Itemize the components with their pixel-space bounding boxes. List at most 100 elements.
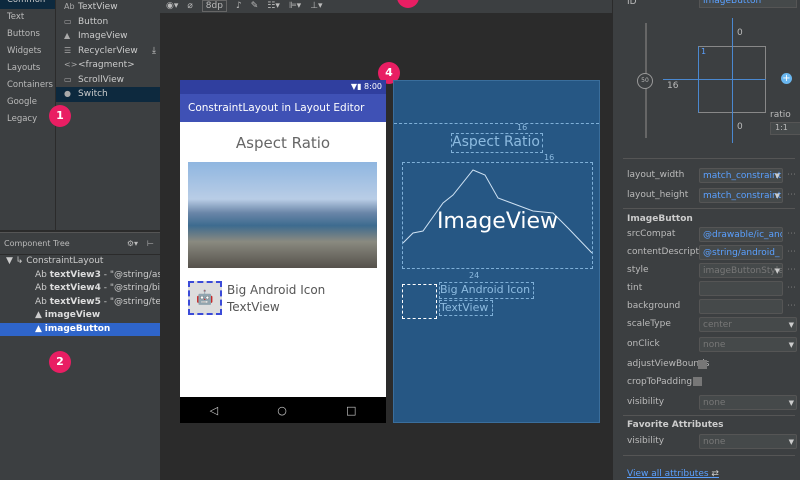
adjust-view-bounds-checkbox[interactable] [698,360,707,369]
attr-value: imageButtonStyle [703,266,783,276]
palette-item-label: RecyclerView [78,45,138,56]
category-buttons[interactable]: Buttons [0,26,55,43]
component-tree: Component Tree ⚙▾ ⊢ ▼ ↳ ConstraintLayout A… [0,232,160,480]
attr-value: match_constraint [703,171,782,181]
wifi-battery-icon: ▼▮ [350,82,365,91]
blueprint-view[interactable]: Aspect Ratio 16 16 ImageView 24 Big Andr… [393,80,600,423]
gear-icon[interactable]: ⚙▾ [127,233,138,255]
palette-item[interactable]: ▭ ScrollView [56,73,160,88]
palette-item[interactable]: <><fragment> [56,58,160,73]
more-icon[interactable]: ⋯ [787,168,796,183]
more-icon[interactable]: ⋯ [787,299,796,314]
pack-icon[interactable]: ☷▾ [267,1,280,11]
more-icon[interactable]: ⋯ [787,188,796,203]
category-legacy[interactable]: Legacy [0,111,55,128]
bp-imageview-label: ImageView [436,209,559,234]
attr-value: center [703,320,732,330]
category-google[interactable]: Google [0,94,55,111]
add-constraint-icon[interactable]: + [781,73,792,84]
layout-width-dropdown[interactable]: match_constraint ▼ [699,168,783,183]
eye-icon[interactable]: ◉▾ [166,1,178,11]
tree-row-selected[interactable]: ▲ imageButton [0,322,160,336]
home-icon: ○ [277,403,287,417]
left-margin[interactable]: 16 [667,81,678,91]
tree-row[interactable]: ▲ imageView [0,309,160,323]
category-common[interactable]: Common [0,0,55,9]
palette-item[interactable]: ● Switch [56,87,160,102]
category-widgets[interactable]: Widgets [0,43,55,60]
tree-row[interactable]: ▼ ↳ ConstraintLayout [0,255,160,269]
image-icon: ▲ [64,31,71,40]
crop-to-padding-checkbox[interactable] [693,377,703,386]
android-icon-button[interactable]: 🤖 [188,281,222,315]
top-margin[interactable]: 0 [737,28,743,38]
palette-item-label: Button [78,16,109,27]
content-description-field[interactable]: @string/android_ [699,245,783,260]
divider [623,455,795,456]
more-icon[interactable]: ⋯ [787,281,796,296]
expand-arrow-icon[interactable]: ▼ [6,256,16,266]
aspect-ratio-text[interactable]: Aspect Ratio [180,134,386,152]
scaletype-dropdown[interactable]: center ▼ [699,317,797,332]
constraint-line [732,18,733,143]
tree-row[interactable]: Ab textView5 - "@string/textview [0,296,160,310]
view-all-attributes-link[interactable]: View all attributes ⇄ [627,469,719,479]
bp-imagebutton-selected[interactable] [402,284,437,319]
category-layouts[interactable]: Layouts [0,60,55,77]
margin-label: 24 [469,271,480,280]
ratio-label: ratio [770,110,791,120]
textview-text[interactable]: TextView [227,300,280,314]
palette-item[interactable]: ▲ ImageView [56,29,160,44]
ratio-corner[interactable]: 1 [701,47,706,56]
attributes-panel: ID imageButton 50 0 0 16 1 + ratio 1:1 l… [612,0,800,480]
bottom-margin[interactable]: 0 [737,122,743,132]
attr-label: scaleType [627,319,671,329]
background-field[interactable] [699,299,783,314]
infer-constraints-icon[interactable]: ✎ [251,1,259,11]
magnet-icon[interactable]: ⌀ [187,1,192,11]
more-icon[interactable]: ⋯ [787,227,796,242]
bp-textview[interactable]: TextView [439,300,493,316]
bias-value[interactable]: 50 [637,73,653,89]
tree-row-name: textView3 [49,269,101,280]
more-icon[interactable]: ⋯ [787,263,796,278]
palette-item-label: Switch [78,89,108,99]
bp-aspect-ratio[interactable]: Aspect Ratio [451,133,543,153]
collapse-icon[interactable]: ⊢ [147,233,154,255]
tint-field[interactable] [699,281,783,296]
srccompat-field[interactable]: @drawable/ic_android [699,227,783,242]
landscape-image[interactable] [188,162,377,268]
attr-value: match_constraint [703,191,782,201]
tree-row[interactable]: Ab textView4 - "@string/big_android [0,282,160,296]
more-icon[interactable]: ⋯ [787,245,796,260]
tree-row-name: ConstraintLayout [26,256,104,266]
toolbar: ◉▾ ⌀ 8dp ♪ ✎ ☷▾ ⊫▾ ⊥▾ [160,0,612,14]
guidelines-icon[interactable]: ⊥▾ [310,1,322,11]
category-containers[interactable]: Containers [0,77,55,94]
ratio-field[interactable]: 1:1 [770,122,800,135]
palette-item[interactable]: ▭ Button [56,15,160,30]
visibility-dropdown[interactable]: none ▼ [699,395,797,410]
id-label: ID [627,0,637,7]
section-title: Favorite Attributes [627,420,724,430]
layout-height-dropdown[interactable]: match_constraint ▼ [699,188,783,203]
id-field[interactable]: imageButton [699,0,797,8]
design-preview[interactable]: ▼▮ 8:00 ConstraintLayout in Layout Edito… [180,80,386,423]
big-android-icon-text[interactable]: Big Android Icon [227,283,325,297]
bp-imageview[interactable]: ImageView [402,162,593,269]
palette-item-label: TextView [78,2,118,12]
download-icon[interactable]: ⤓ [152,44,156,59]
constraint-widget[interactable]: 50 0 0 16 1 + ratio 1:1 [633,18,800,143]
attr-label: srcCompat [627,229,676,239]
palette-item[interactable]: ☰ RecyclerView ⤓ [56,44,160,59]
style-dropdown[interactable]: imageButtonStyle ▼ [699,263,783,278]
bp-big-android-icon[interactable]: Big Android Icon [439,282,534,299]
onclick-dropdown[interactable]: none ▼ [699,337,797,352]
category-text[interactable]: Text [0,9,55,26]
default-margin[interactable]: 8dp [201,0,227,12]
tree-row[interactable]: Ab textView3 - "@string/aspect_ratio [0,269,160,283]
clear-constraints-icon[interactable]: ♪ [236,1,242,11]
align-icon[interactable]: ⊫▾ [289,1,301,11]
fav-visibility-dropdown[interactable]: none ▼ [699,434,797,449]
palette-item[interactable]: Ab TextView [56,0,160,15]
